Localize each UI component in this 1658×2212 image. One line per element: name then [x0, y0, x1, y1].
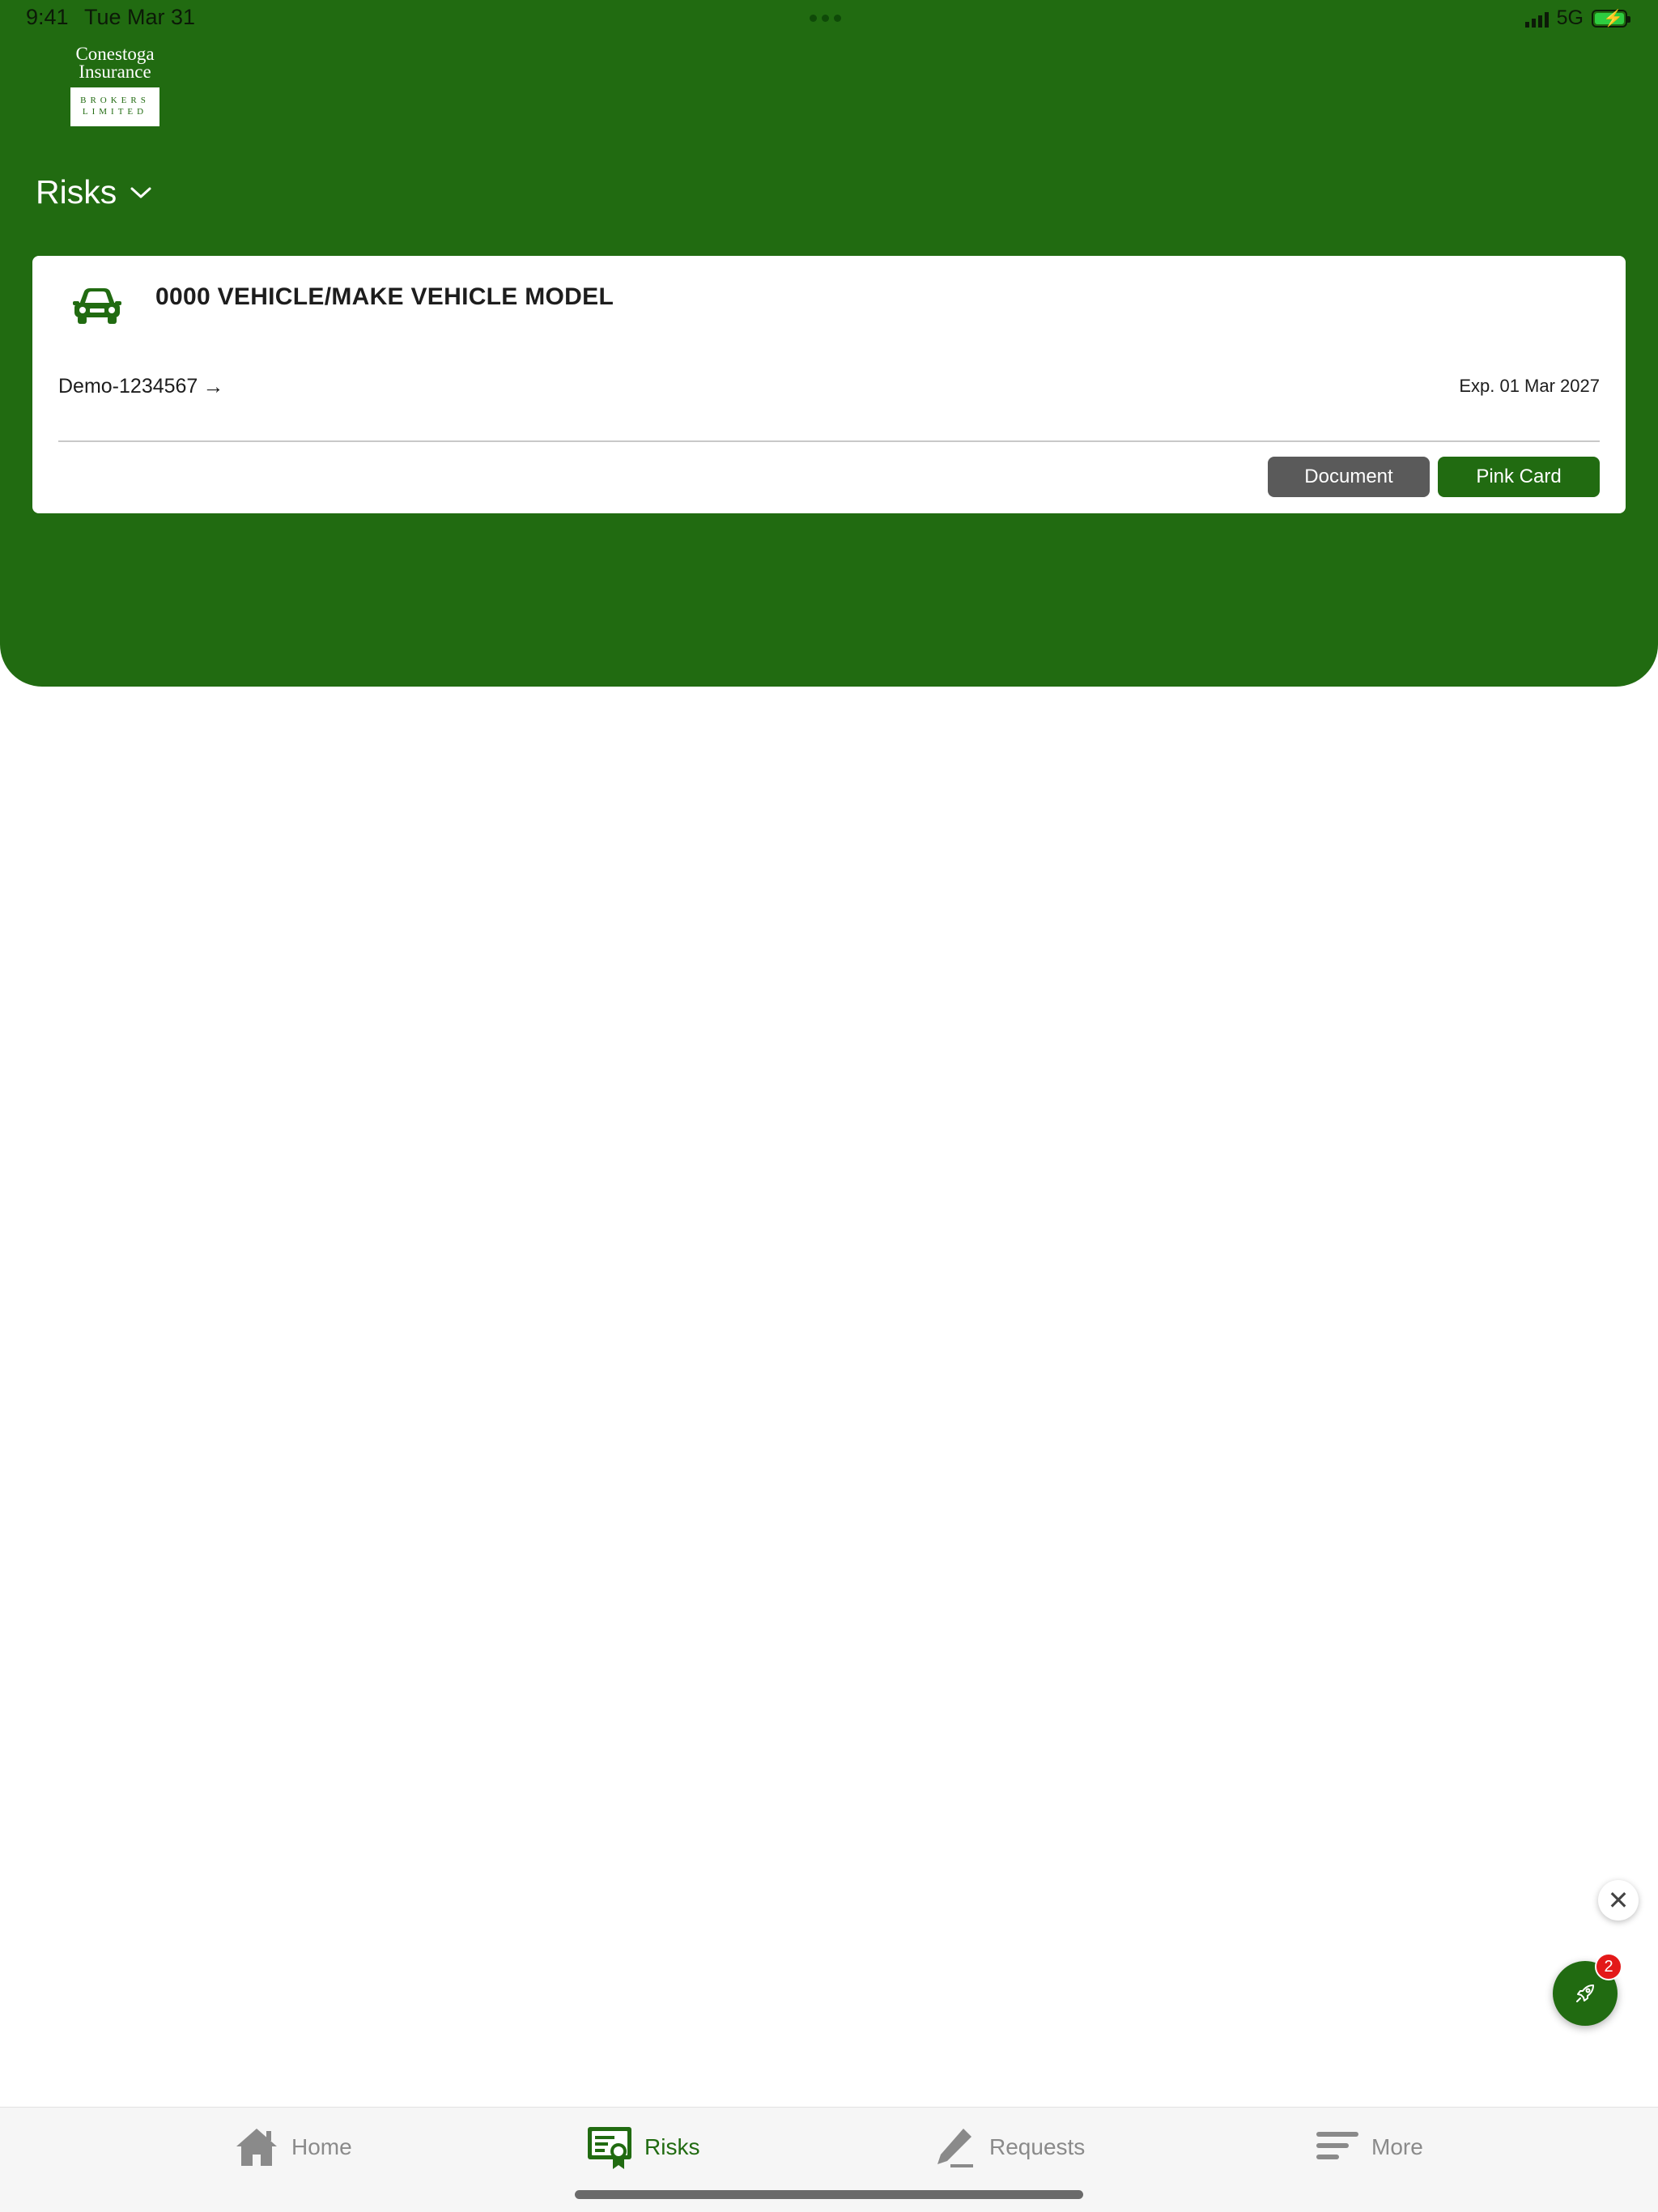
home-indicator[interactable]: [575, 2190, 1083, 2199]
tab-requests-label: Requests: [989, 2134, 1086, 2159]
home-icon: [236, 2129, 277, 2166]
status-indicators: 5G ⚡: [1524, 6, 1630, 30]
certificate-icon: [588, 2127, 631, 2169]
logo-subtitle-box: BROKERS LIMITED: [70, 87, 159, 126]
tab-home-label: Home: [291, 2134, 352, 2159]
risks-dropdown[interactable]: Risks: [36, 173, 152, 211]
logo-sub-line2: LIMITED: [82, 107, 148, 117]
page-title: Risks: [36, 173, 117, 211]
menu-lines-icon: [1316, 2132, 1358, 2159]
pencil-icon: [937, 2129, 973, 2167]
document-button[interactable]: Document: [1268, 457, 1430, 497]
expiry-date: Exp. 01 Mar 2027: [1459, 376, 1600, 396]
pink-card-button[interactable]: Pink Card: [1438, 457, 1600, 497]
logo-sub-line1: BROKERS: [80, 96, 150, 105]
logo-name-line2: Insurance: [79, 62, 151, 82]
battery-icon: ⚡: [1592, 9, 1630, 28]
risk-card[interactable]: 0000 VEHICLE/MAKE VEHICLE MODEL Demo-123…: [32, 256, 1626, 513]
arrow-right-icon: →: [202, 374, 224, 398]
brand-logo: Conestoga Insurance BROKERS LIMITED: [65, 45, 165, 126]
tab-risks[interactable]: Risks: [586, 2124, 699, 2171]
policy-number-link[interactable]: Demo-1234567 →: [58, 374, 223, 399]
notification-badge: 2: [1595, 1953, 1622, 1980]
card-divider: [58, 440, 1600, 442]
tab-more-label: More: [1371, 2134, 1423, 2159]
tab-more[interactable]: More: [1313, 2124, 1423, 2171]
chevron-down-icon: [130, 187, 151, 198]
tab-home[interactable]: Home: [233, 2124, 352, 2171]
policy-number: Demo-1234567: [58, 375, 198, 398]
car-icon: [73, 288, 121, 324]
status-date: Tue Mar 31: [84, 5, 196, 29]
close-icon[interactable]: ✕: [1598, 1880, 1639, 1921]
risk-title: 0000 VEHICLE/MAKE VEHICLE MODEL: [155, 283, 614, 310]
rocket-icon: [1576, 1984, 1594, 2002]
network-type: 5G: [1556, 6, 1584, 29]
tab-risks-label: Risks: [644, 2134, 700, 2159]
logo-name-line1: Conestoga: [75, 44, 155, 64]
multitasking-dots[interactable]: [810, 15, 841, 22]
signal-icon: [1524, 10, 1549, 28]
status-time: 9:41: [26, 5, 69, 29]
tab-requests[interactable]: Requests: [931, 2124, 1085, 2171]
